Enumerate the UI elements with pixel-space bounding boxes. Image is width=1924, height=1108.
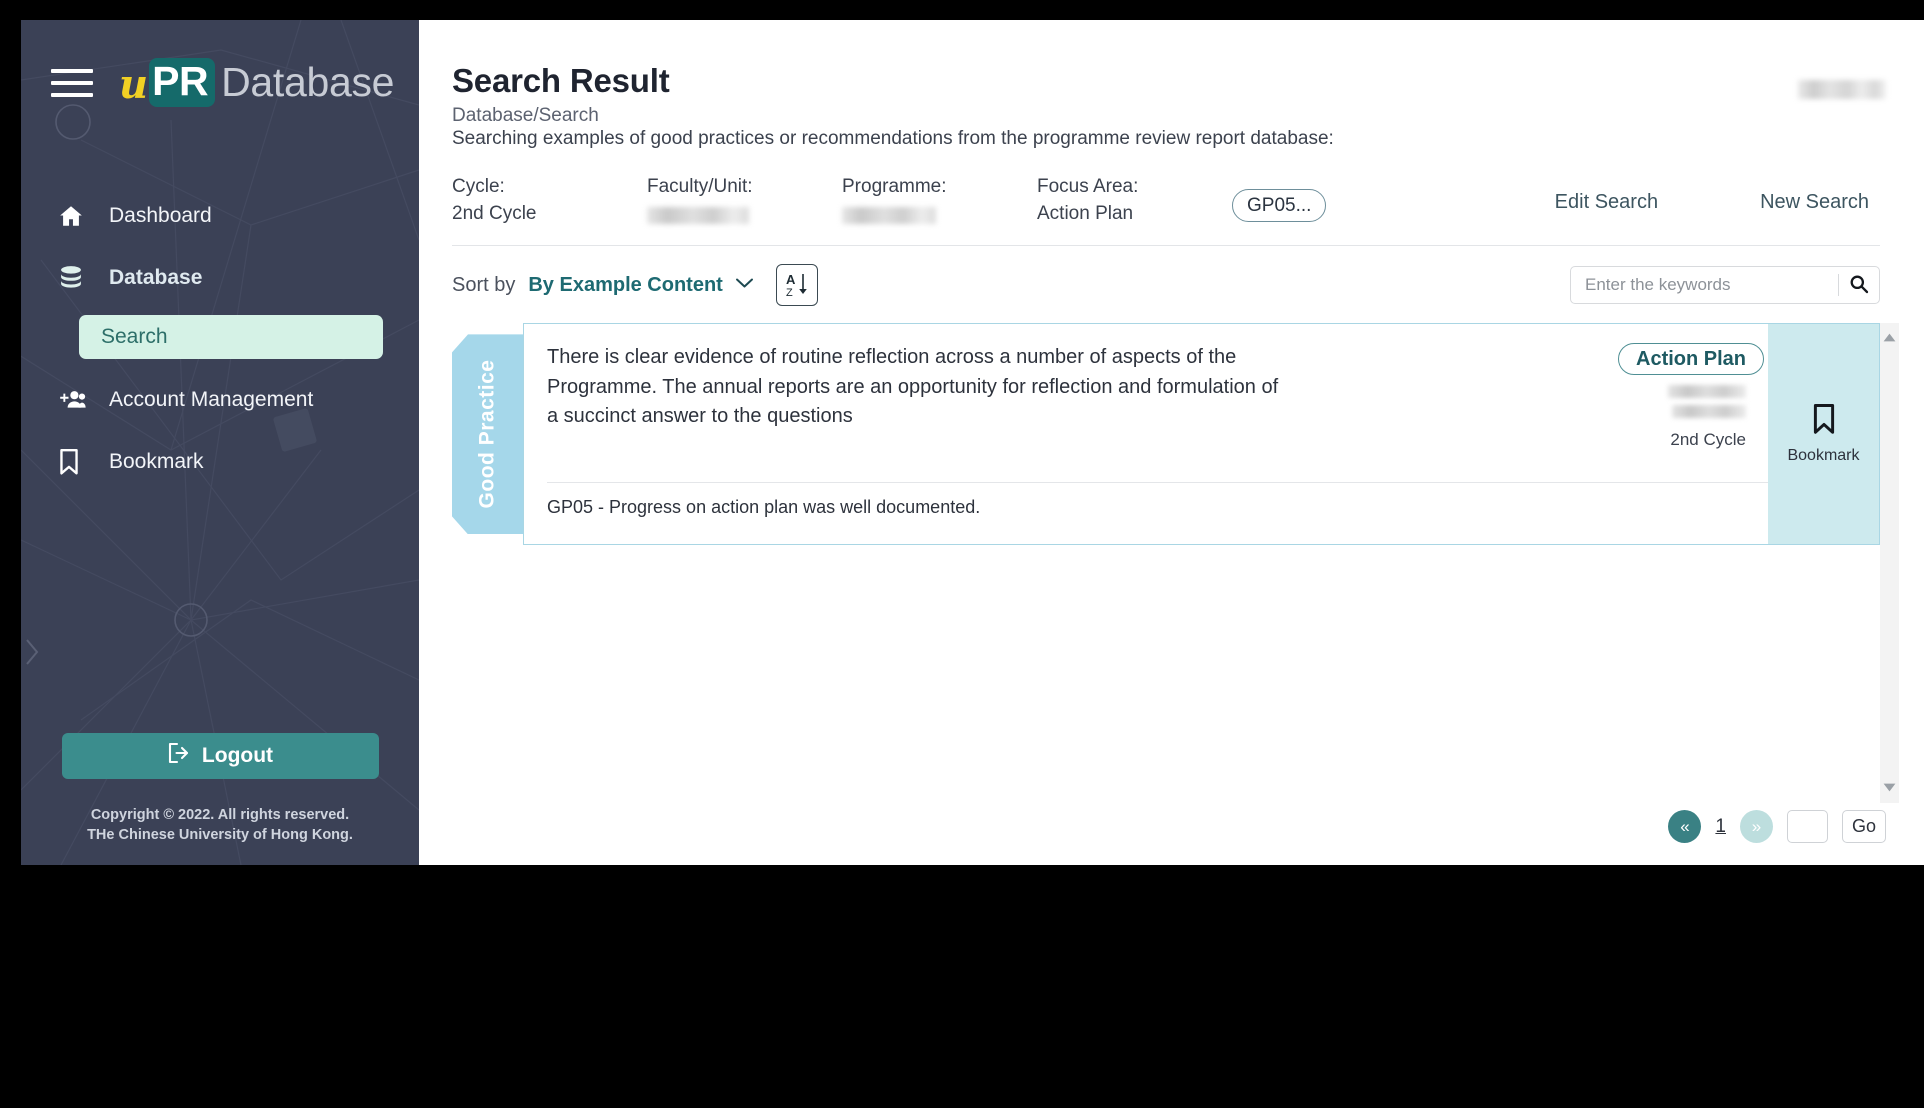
- focus-area-badge[interactable]: Action Plan: [1618, 343, 1765, 376]
- sort-by-label: Sort by: [452, 273, 516, 296]
- sidebar-item-label: Bookmark: [109, 450, 204, 473]
- sidebar-header: u PR Database: [21, 20, 419, 107]
- main-content: Search Result Database/Search Searching …: [419, 20, 1924, 865]
- app-logo[interactable]: u PR Database: [119, 58, 394, 107]
- brand-row: u PR Database: [21, 58, 419, 107]
- result-card-main: There is clear evidence of routine refle…: [547, 324, 1768, 482]
- result-text-paragraph: There is clear evidence of routine refle…: [547, 346, 1279, 428]
- sort-by-value[interactable]: By Example Content: [528, 274, 722, 297]
- header-actions: Edit Search New Search: [1442, 175, 1869, 214]
- result-meta: Action Plan 2nd Cycle: [1618, 343, 1768, 482]
- criteria-chip-col: GP05...: [1232, 175, 1442, 222]
- criteria-label: Cycle:: [452, 176, 505, 197]
- sort-toolbar: Sort by By Example Content A Z: [419, 246, 1924, 307]
- page-subtitle: Searching examples of good practices or …: [452, 128, 1334, 149]
- svg-text:Z: Z: [786, 287, 793, 299]
- sidebar-item-account-management[interactable]: Account Management: [21, 369, 419, 431]
- sidebar-item-dashboard[interactable]: Dashboard: [21, 185, 419, 247]
- search-submit-button[interactable]: [1839, 267, 1879, 303]
- keyword-search-box[interactable]: [1570, 266, 1880, 305]
- sidebar-item-database[interactable]: Database: [21, 247, 419, 309]
- criteria-label: Focus Area:: [1037, 176, 1139, 197]
- page-number-1[interactable]: 1: [1715, 816, 1726, 838]
- sidebar-nav: Dashboard Database Search Account Manage…: [21, 185, 419, 493]
- criteria-cycle: Cycle: 2nd Cycle: [452, 175, 647, 227]
- result-item: Good Practice There is clear evidence of…: [452, 323, 1880, 546]
- criteria-faculty-unit: Faculty/Unit:: [647, 175, 842, 229]
- hamburger-menu-icon[interactable]: [51, 68, 93, 97]
- sidebar-item-bookmark[interactable]: Bookmark: [21, 431, 419, 493]
- home-icon: [57, 203, 109, 229]
- bookmark-button[interactable]: Bookmark: [1768, 324, 1879, 545]
- result-footer-text: GP05 - Progress on action plan was well …: [547, 497, 981, 518]
- results-list: Good Practice There is clear evidence of…: [452, 323, 1899, 804]
- criteria-label: Programme:: [842, 176, 947, 197]
- user-name-redacted: [1798, 80, 1886, 99]
- svg-text:A: A: [786, 272, 796, 287]
- logo-pr-mark: PR: [149, 58, 216, 107]
- focus-area-chip[interactable]: GP05...: [1232, 189, 1327, 222]
- previous-page-button[interactable]: «: [1668, 810, 1702, 843]
- bookmark-outline-icon: [1811, 403, 1837, 440]
- criteria-value-redacted: [842, 207, 936, 225]
- triangle-up-icon[interactable]: [1883, 329, 1896, 347]
- criteria-value: 2nd Cycle: [452, 203, 537, 225]
- pagination: « 1 » Go: [1668, 810, 1886, 843]
- sidebar-item-search[interactable]: Search: [79, 315, 383, 359]
- meta-cycle-label: 2nd Cycle: [1670, 430, 1746, 450]
- logo-u-letter: u: [119, 60, 149, 108]
- result-type-ribbon: Good Practice: [452, 334, 523, 534]
- results-scrollbar[interactable]: [1880, 323, 1899, 804]
- page-go-button[interactable]: Go: [1842, 810, 1886, 843]
- page-jump-input[interactable]: [1787, 810, 1828, 843]
- criteria-focus-area: Focus Area: Action Plan: [1037, 175, 1232, 227]
- logout-icon: [167, 742, 191, 770]
- add-user-icon: [57, 387, 109, 413]
- sidebar-item-label: Database: [109, 266, 203, 289]
- logout-label: Logout: [201, 744, 274, 768]
- chevron-down-icon[interactable]: [735, 276, 754, 294]
- criteria-value-redacted: [647, 207, 749, 225]
- logo-database-word: Database: [221, 59, 395, 105]
- magnifier-icon: [1849, 274, 1869, 297]
- bookmark-icon: [57, 448, 109, 476]
- bookmark-label: Bookmark: [1787, 447, 1860, 465]
- sidebar-footer: Logout Copyright © 2022. All rights rese…: [21, 733, 419, 845]
- search-criteria-row: Cycle: 2nd Cycle Faculty/Unit: Programme…: [452, 175, 1880, 247]
- result-card-body: There is clear evidence of routine refle…: [524, 324, 1768, 544]
- criteria-programme: Programme:: [842, 175, 1037, 229]
- search-input[interactable]: [1571, 275, 1838, 296]
- copyright-block: Copyright © 2022. All rights reserved. T…: [21, 806, 419, 845]
- sidebar-subitem-label: Search: [101, 325, 168, 348]
- new-search-link[interactable]: New Search: [1760, 191, 1869, 214]
- criteria-label: Faculty/Unit:: [647, 176, 753, 197]
- logout-button[interactable]: Logout: [61, 733, 379, 780]
- breadcrumb: Database/Search: [452, 105, 599, 126]
- edit-search-link[interactable]: Edit Search: [1555, 191, 1658, 214]
- sidebar: u PR Database Dashboard Database Search …: [21, 20, 419, 865]
- result-card-footer: GP05 - Progress on action plan was well …: [547, 482, 1768, 544]
- app-window: u PR Database Dashboard Database Search …: [21, 20, 1924, 865]
- sort-a-z-descending-icon[interactable]: A Z: [775, 264, 818, 307]
- ribbon-label: Good Practice: [475, 359, 499, 509]
- result-card[interactable]: There is clear evidence of routine refle…: [523, 323, 1880, 546]
- sidebar-item-label: Account Management: [109, 388, 314, 411]
- database-icon: [57, 264, 109, 292]
- meta-faculty-redacted: [1668, 385, 1746, 399]
- page-title: Search Result: [452, 62, 670, 99]
- result-example-text: There is clear evidence of routine refle…: [547, 343, 1618, 482]
- copyright-line-1: Copyright © 2022. All rights reserved.: [90, 807, 350, 824]
- criteria-value: Action Plan: [1037, 203, 1134, 225]
- copyright-line-2: THe Chinese University of Hong Kong.: [87, 826, 353, 843]
- sidebar-item-label: Dashboard: [109, 204, 212, 227]
- next-page-button[interactable]: »: [1740, 810, 1773, 843]
- triangle-down-icon[interactable]: [1883, 779, 1896, 797]
- meta-programme-redacted: [1672, 405, 1746, 419]
- page-header: Search Result Database/Search Searching …: [419, 20, 1924, 247]
